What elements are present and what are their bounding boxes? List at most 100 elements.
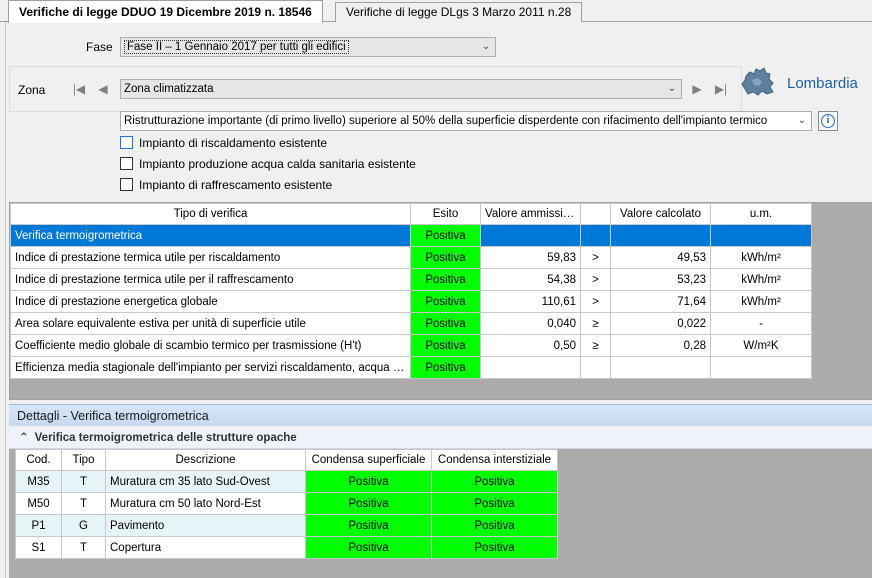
col-header-um[interactable]: u.m. <box>710 203 812 225</box>
cell-tipo: Indice di prestazione termica utile per … <box>10 268 411 291</box>
tab-bar: Verifiche di legge DDUO 19 Dicembre 2019… <box>0 0 872 23</box>
table-row[interactable]: S1 T Copertura Positiva Positiva <box>15 536 558 559</box>
cell-calcolato: 0,022 <box>610 312 711 335</box>
table-row[interactable]: Indice di prestazione energetica globale… <box>10 290 812 313</box>
table-row[interactable]: Indice di prestazione termica utile per … <box>10 268 812 291</box>
cell-tipo: G <box>61 514 106 537</box>
cell-operator: > <box>580 268 611 291</box>
cell-calcolato: 53,23 <box>610 268 711 291</box>
cell-um: kWh/m² <box>710 268 812 291</box>
table-header-row: Cod. Tipo Descrizione Condensa superfici… <box>15 449 558 471</box>
intervento-select[interactable]: Ristrutturazione importante (di primo li… <box>120 111 812 131</box>
cell-operator: ≥ <box>580 312 611 335</box>
cell-esito: Positiva <box>410 290 481 313</box>
col-header-operator[interactable] <box>580 203 611 225</box>
cell-ammissibile: 0,50 <box>480 334 581 357</box>
cell-um <box>710 224 812 247</box>
checkbox-acs[interactable]: Impianto produzione acqua calda sanitari… <box>120 157 416 173</box>
collapse-up-icon[interactable]: ⌃ <box>19 432 29 444</box>
cell-ammissibile <box>480 224 581 247</box>
cell-calcolato <box>610 356 711 379</box>
checkbox-raffrescamento[interactable]: Impianto di raffrescamento esistente <box>120 178 332 194</box>
col-header-cod[interactable]: Cod. <box>15 449 62 471</box>
cell-calcolato: 49,53 <box>610 246 711 269</box>
cell-tipo: T <box>61 536 106 559</box>
cell-condensa-superficiale: Positiva <box>305 514 432 537</box>
cell-cod: P1 <box>15 514 62 537</box>
cell-descrizione: Copertura <box>105 536 306 559</box>
table-row[interactable]: Coefficiente medio globale di scambio te… <box>10 334 812 357</box>
table-row[interactable]: Verifica termoigrometrica Positiva <box>10 224 812 247</box>
checkbox-label: Impianto di riscaldamento esistente <box>139 136 328 150</box>
cell-ammissibile: 59,83 <box>480 246 581 269</box>
cell-operator <box>580 224 611 247</box>
cell-esito: Positiva <box>410 224 481 247</box>
cell-condensa-interstiziale: Positiva <box>431 536 558 559</box>
cell-cod: M50 <box>15 492 62 515</box>
checkbox-box[interactable] <box>120 157 133 170</box>
cell-operator <box>580 356 611 379</box>
region-name: Lombardia <box>787 75 858 92</box>
checkbox-label: Impianto di raffrescamento esistente <box>139 178 333 192</box>
verifiche-table: Tipo di verifica Esito Valore ammissibil… <box>10 203 812 379</box>
cell-cod: M35 <box>15 470 62 493</box>
chevron-down-icon: ⌄ <box>481 41 491 52</box>
cell-operator: > <box>580 290 611 313</box>
main-panel: Fase Fase II – 1 Gennaio 2017 per tutti … <box>5 22 872 578</box>
cell-condensa-interstiziale: Positiva <box>431 470 558 493</box>
table-row[interactable]: Efficienza media stagionale dell'impiant… <box>10 356 812 379</box>
fase-label: Fase <box>86 40 113 54</box>
col-header-tipo[interactable]: Tipo di verifica <box>10 203 411 225</box>
next-record-icon[interactable]: ▶ <box>690 82 704 96</box>
cell-tipo: T <box>61 492 106 515</box>
cell-ammissibile <box>480 356 581 379</box>
cell-um: kWh/m² <box>710 246 812 269</box>
chevron-down-icon: ⌄ <box>797 115 807 126</box>
cell-cod: S1 <box>15 536 62 559</box>
prev-record-icon[interactable]: ◀ <box>96 82 110 96</box>
cell-descrizione: Muratura cm 50 lato Nord-Est <box>105 492 306 515</box>
dettagli-subheader[interactable]: ⌃ Verifica termoigrometrica delle struttu… <box>9 427 872 449</box>
checkbox-box[interactable] <box>120 136 133 149</box>
cell-calcolato: 71,64 <box>610 290 711 313</box>
col-header-condensa-superficiale[interactable]: Condensa superficiale <box>305 449 432 471</box>
col-header-condensa-interstiziale[interactable]: Condensa interstiziale <box>431 449 558 471</box>
col-header-calcolato[interactable]: Valore calcolato <box>610 203 711 225</box>
fase-select[interactable]: Fase II – 1 Gennaio 2017 per tutti gli e… <box>120 37 496 57</box>
col-header-ammissibile[interactable]: Valore ammissibile <box>480 203 581 225</box>
zona-value: Zona climatizzata <box>124 83 214 95</box>
dettagli-header: Dettagli - Verifica termoigrometrica <box>9 404 872 426</box>
checkbox-box[interactable] <box>120 178 133 191</box>
dettagli-subtitle: Verifica termoigrometrica delle struttur… <box>34 432 297 444</box>
zona-select[interactable]: Zona climatizzata ⌄ <box>120 79 682 99</box>
tab-verifiche-dlgs[interactable]: Verifiche di legge DLgs 3 Marzo 2011 n.2… <box>335 2 583 23</box>
cell-operator: ≥ <box>580 334 611 357</box>
col-header-esito[interactable]: Esito <box>410 203 481 225</box>
last-record-icon[interactable]: ▶| <box>714 82 728 96</box>
table-header-row: Tipo di verifica Esito Valore ammissibil… <box>10 203 812 225</box>
cell-tipo: Area solare equivalente estiva per unità… <box>10 312 411 335</box>
cell-condensa-superficiale: Positiva <box>305 470 432 493</box>
cell-ammissibile: 0,040 <box>480 312 581 335</box>
cell-esito: Positiva <box>410 246 481 269</box>
table-row[interactable]: M50 T Muratura cm 50 lato Nord-Est Posit… <box>15 492 558 515</box>
col-header-descrizione[interactable]: Descrizione <box>105 449 306 471</box>
table-row[interactable]: Indice di prestazione termica utile per … <box>10 246 812 269</box>
cell-um: kWh/m² <box>710 290 812 313</box>
cell-operator: > <box>580 246 611 269</box>
cell-tipo: Efficienza media stagionale dell'impiant… <box>10 356 411 379</box>
table-row[interactable]: P1 G Pavimento Positiva Positiva <box>15 514 558 537</box>
dettagli-grid-area: Cod. Tipo Descrizione Condensa superfici… <box>9 449 872 578</box>
cell-calcolato <box>610 224 711 247</box>
info-icon: i <box>821 114 835 128</box>
dettagli-table: Cod. Tipo Descrizione Condensa superfici… <box>15 449 558 559</box>
col-header-tipo[interactable]: Tipo <box>61 449 106 471</box>
tab-verifiche-dduo[interactable]: Verifiche di legge DDUO 19 Dicembre 2019… <box>8 0 323 23</box>
checkbox-riscaldamento[interactable]: Impianto di riscaldamento esistente <box>120 136 327 152</box>
info-button[interactable]: i <box>818 111 838 131</box>
cell-um: - <box>710 312 812 335</box>
table-row[interactable]: Area solare equivalente estiva per unità… <box>10 312 812 335</box>
cell-descrizione: Pavimento <box>105 514 306 537</box>
first-record-icon[interactable]: |◀ <box>72 82 86 96</box>
table-row[interactable]: M35 T Muratura cm 35 lato Sud-Ovest Posi… <box>15 470 558 493</box>
